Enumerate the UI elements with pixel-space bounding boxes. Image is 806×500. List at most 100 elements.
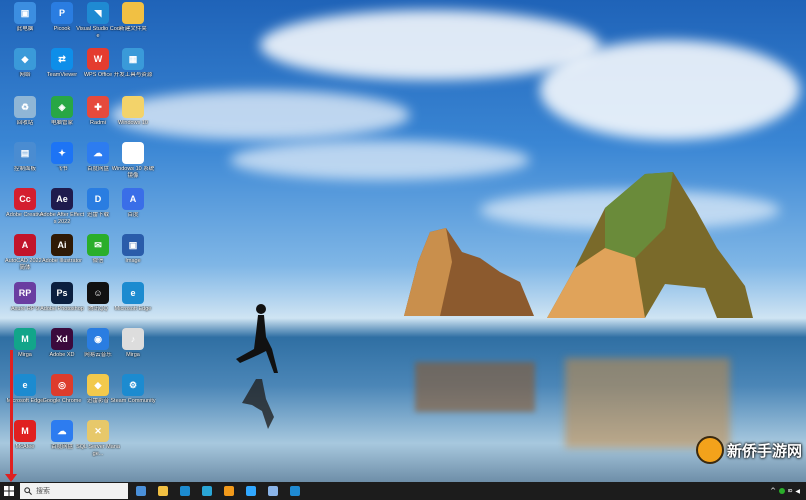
search-icon: [24, 487, 32, 495]
taskbar-app-file-explorer[interactable]: [152, 482, 174, 500]
desktop-icon[interactable]: ▦ 开发工具与资源: [110, 48, 156, 94]
app-icon: A: [14, 234, 36, 256]
desktop-icon[interactable]: ✕ SQL Server Manage...: [75, 420, 121, 466]
app-icon: ◉: [87, 328, 109, 350]
app-icon: ⇄: [51, 48, 73, 70]
taskbar-app-illustrator[interactable]: [218, 482, 240, 500]
app-icon: ▣: [14, 2, 36, 24]
taskbar-search-box[interactable]: 搜索: [20, 483, 128, 499]
desktop-icon[interactable]: ♪ Mirga: [110, 328, 156, 374]
app-icon: Ps: [51, 282, 73, 304]
tray-status-icon[interactable]: ఐ: [788, 487, 792, 495]
app-icon: ◥: [87, 2, 109, 24]
desktop-icon[interactable]: ⚙ Steam Community: [110, 374, 156, 420]
rock-large: [547, 172, 753, 318]
app-icon: ◎: [51, 374, 73, 396]
reflection: [415, 362, 535, 412]
desktop-icon-label: Windows 10 系统镜像: [111, 166, 155, 179]
desktop-icon-label: 百度: [127, 212, 139, 218]
desktop-icon[interactable]: ▣ Image: [110, 234, 156, 280]
app-icon: M: [14, 328, 36, 350]
desktop-icon[interactable]: A 百度: [110, 188, 156, 234]
desktop-icon[interactable]: Windows 10: [110, 96, 156, 142]
runner-silhouette: [236, 304, 278, 429]
app-icon: ✉: [87, 234, 109, 256]
app-icon: Xd: [51, 328, 73, 350]
system-tray: ^ ఐ ◀: [770, 487, 806, 495]
search-placeholder: 搜索: [36, 488, 50, 495]
app-icon: ◈: [51, 96, 73, 118]
taskbar-app-vscode[interactable]: [284, 482, 306, 500]
app-icon: [122, 142, 144, 164]
app-icon: ♪: [122, 328, 144, 350]
taskbar-app-wps[interactable]: [262, 482, 284, 500]
taskbar-app-photoshop[interactable]: [240, 482, 262, 500]
app-icon: RP: [14, 282, 36, 304]
app-icon: W: [87, 48, 109, 70]
desktop-icon-label: Windows 10: [118, 120, 148, 126]
app-icon: ▤: [14, 142, 36, 164]
taskbar-app-edge[interactable]: [174, 482, 196, 500]
photoshop-icon: [246, 486, 256, 496]
taskbar-app-avatar[interactable]: [130, 482, 152, 500]
desktop: ▣ 此电脑 P Picook ◥ Visual Studio Code 新建文件夹 ◆ 网络 ⇄ T…: [0, 0, 806, 482]
edge-beta-icon: [202, 486, 212, 496]
app-icon: ▦: [122, 48, 144, 70]
app-icon: ✦: [51, 142, 73, 164]
desktop-icon[interactable]: 新建文件夹: [110, 2, 156, 48]
app-icon: ◆: [14, 48, 36, 70]
annotation-arrow-line: [10, 350, 13, 480]
cloud: [540, 40, 800, 140]
app-icon: Ae: [51, 188, 73, 210]
desktop-icon-label: SQL Server Manage...: [76, 444, 120, 457]
desktop-icon[interactable]: Windows 10 系统镜像: [110, 142, 156, 188]
windows-logo-icon: [4, 486, 14, 496]
annotation-arrow-head: [5, 474, 17, 482]
start-button[interactable]: [0, 482, 18, 500]
desktop-icon-label: Microsoft Edge: [114, 306, 152, 312]
app-icon: e: [122, 282, 144, 304]
cloud: [230, 140, 530, 180]
app-icon: P: [51, 2, 73, 24]
app-icon: ◆: [87, 374, 109, 396]
vscode-icon: [290, 486, 300, 496]
edge-icon: [180, 486, 190, 496]
app-icon: ☁: [51, 420, 73, 442]
taskbar-app-edge-beta[interactable]: [196, 482, 218, 500]
app-icon: A: [122, 188, 144, 210]
file-explorer-icon: [158, 486, 168, 496]
volume-icon[interactable]: ◀: [795, 488, 800, 495]
app-icon: ♻: [14, 96, 36, 118]
app-icon: Cc: [14, 188, 36, 210]
app-icon: Ai: [51, 234, 73, 256]
app-icon: [122, 2, 144, 24]
reflection: [565, 358, 730, 448]
taskbar-pinned-apps: [130, 482, 306, 500]
app-icon: ▣: [122, 234, 144, 256]
illustrator-icon: [224, 486, 234, 496]
wps-icon: [268, 486, 278, 496]
watermark: 新侨手游网: [695, 436, 802, 464]
app-icon: D: [87, 188, 109, 210]
desktop-icon-label: Mirga: [126, 352, 140, 358]
watermark-text: 新侨手游网: [726, 441, 802, 460]
app-icon: M: [14, 420, 36, 442]
app-icon: ☁: [87, 142, 109, 164]
app-icon: ✚: [87, 96, 109, 118]
app-icon: ✕: [87, 420, 109, 442]
app-icon: ☺: [87, 282, 109, 304]
desktop-icon-label: 新建文件夹: [119, 26, 147, 32]
app-icon: [122, 96, 144, 118]
desktop-icon-label: Steam Community: [110, 398, 156, 404]
rock-small: [404, 228, 534, 316]
desktop-icon-label: Image: [125, 258, 141, 264]
app-icon: ⚙: [122, 374, 144, 396]
taskbar: 搜索 ^ ఐ ◀: [0, 482, 806, 500]
tray-expand-icon[interactable]: ^: [770, 487, 776, 495]
app-icon: e: [14, 374, 36, 396]
network-icon[interactable]: [779, 488, 785, 494]
avatar-icon: [136, 486, 146, 496]
desktop-icon-label: 开发工具与资源: [113, 72, 153, 78]
desktop-icon[interactable]: e Microsoft Edge: [110, 282, 156, 328]
cloud: [260, 10, 600, 80]
